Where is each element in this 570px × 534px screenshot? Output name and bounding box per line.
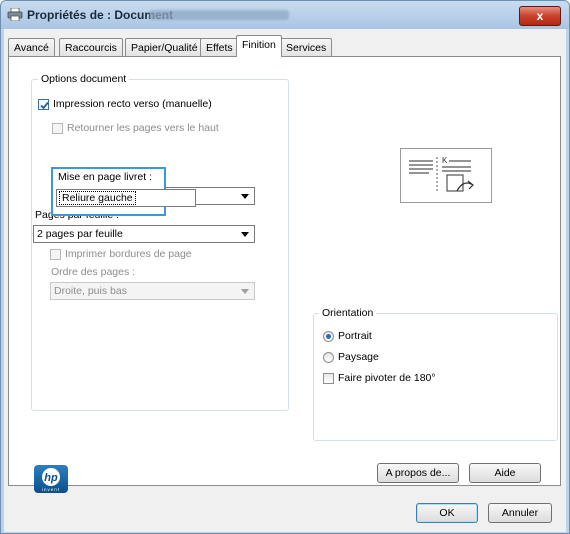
hp-logo-tagline: invent — [42, 487, 60, 492]
booklet-select[interactable]: Reliure gauche — [56, 189, 196, 207]
ok-button[interactable]: OK — [416, 503, 478, 523]
title-bar[interactable]: Propriétés de : Document x — [1, 1, 569, 29]
booklet-preview-icon: K — [409, 156, 474, 193]
tab-effets[interactable]: Effets — [200, 38, 239, 56]
printer-icon — [7, 8, 23, 21]
tab-papier-qualite[interactable]: Papier/Qualité — [125, 38, 204, 56]
page-order-select[interactable]: Droite, puis bas — [50, 282, 255, 300]
tab-finition[interactable]: Finition — [236, 35, 282, 57]
cancel-button[interactable]: Annuler — [488, 503, 552, 523]
hp-logo-icon: hp invent — [42, 468, 60, 492]
pages-per-sheet-select[interactable]: 2 pages par feuille — [33, 225, 255, 243]
tab-services[interactable]: Services — [280, 38, 333, 56]
document-options-label: Options document — [38, 73, 130, 85]
preview-page-letter: K — [442, 156, 448, 165]
hp-logo-mark: hp — [44, 472, 58, 484]
hp-logo: hp invent — [34, 465, 68, 493]
rotate-180-label: Faire pivoter de 180° — [338, 372, 436, 384]
orientation-label: Orientation — [319, 307, 377, 319]
duplex-checkbox[interactable] — [38, 99, 49, 110]
duplex-label: Impression recto verso (manuelle) — [53, 98, 212, 110]
close-button[interactable]: x — [519, 6, 561, 26]
print-borders-checkbox[interactable] — [50, 249, 61, 260]
pages-per-sheet-value: 2 pages par feuille — [37, 228, 123, 240]
page-layout-preview: K — [400, 148, 492, 203]
tab-raccourcis[interactable]: Raccourcis — [59, 38, 123, 56]
booklet-label: Mise en page livret : — [58, 171, 152, 183]
page-order-label: Ordre des pages : — [51, 266, 136, 278]
tab-avance[interactable]: Avancé — [8, 38, 55, 56]
chevron-down-icon — [241, 289, 249, 294]
portrait-label: Portrait — [338, 330, 372, 342]
help-button[interactable]: Aide — [469, 463, 541, 483]
checkmark-icon — [40, 101, 49, 110]
chevron-down-icon — [241, 194, 249, 199]
about-button[interactable]: A propos de... — [377, 463, 459, 483]
booklet-select-value: Reliure gauche — [59, 191, 136, 205]
portrait-radio[interactable] — [323, 331, 334, 342]
landscape-radio[interactable] — [323, 352, 334, 363]
booklet-callout: Mise en page livret : Reliure gauche — [51, 167, 196, 216]
flip-pages-checkbox[interactable] — [52, 123, 63, 134]
properties-dialog: Propriétés de : Document x Avancé Raccou… — [0, 0, 570, 534]
page-order-value: Droite, puis bas — [54, 285, 127, 297]
landscape-label: Paysage — [338, 351, 379, 363]
rotate-180-checkbox[interactable] — [323, 373, 334, 384]
flip-pages-label: Retourner les pages vers le haut — [67, 122, 219, 134]
finition-panel: Options document Impression recto verso … — [8, 56, 561, 486]
chevron-down-icon — [241, 232, 249, 237]
blurred-printer-name — [149, 10, 289, 20]
print-borders-label: Imprimer bordures de page — [65, 248, 192, 260]
dialog-client: Avancé Raccourcis Papier/Qualité Effets … — [4, 29, 566, 532]
